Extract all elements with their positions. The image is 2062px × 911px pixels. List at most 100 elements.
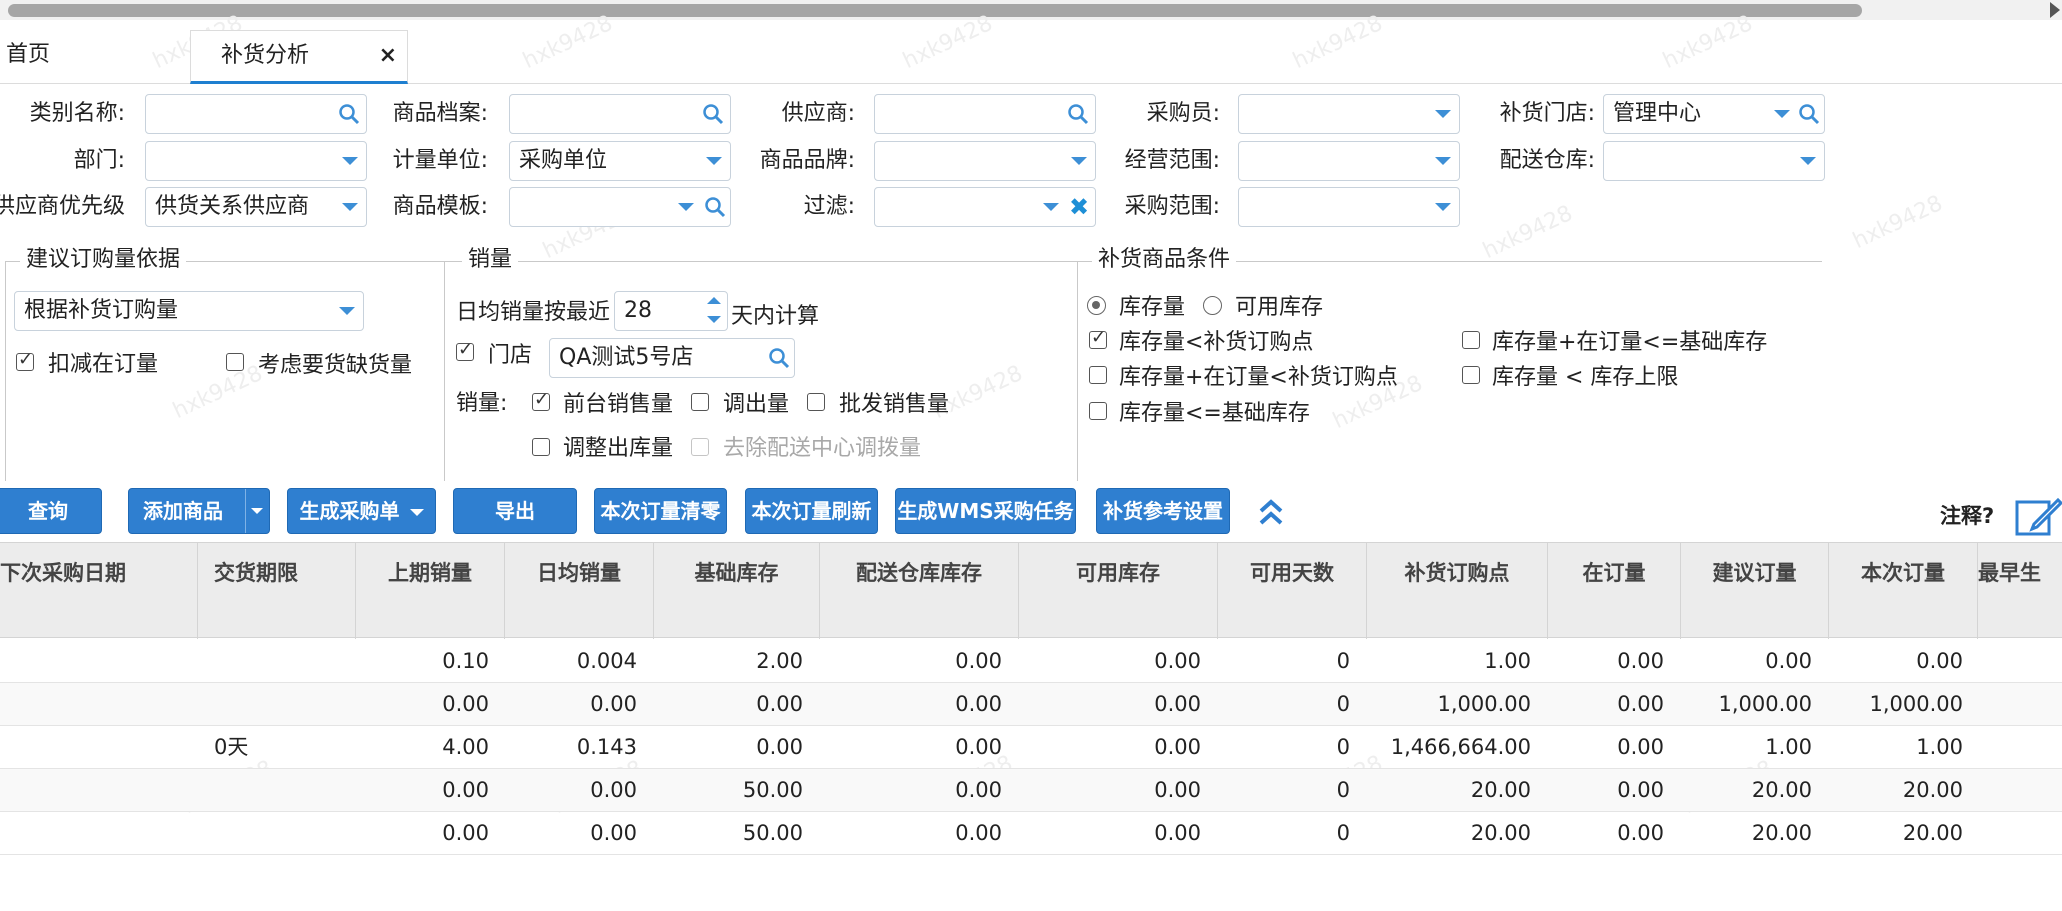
add-product-dropdown[interactable] [245,489,269,533]
spin-down-icon[interactable] [707,316,721,323]
unit-select[interactable]: 采购单位 [509,141,731,181]
column-header[interactable]: 下次采购日期 [0,543,198,639]
export-button[interactable]: 导出 [453,488,577,534]
search-icon[interactable] [1798,103,1820,125]
table-cell: 0 [1336,821,1350,845]
adjust-out-checkbox[interactable] [532,438,550,456]
column-header[interactable]: 可用天数 [1218,543,1367,639]
table-row[interactable]: 0.00 0.00 50.00 0.00 0.00 0 20.00 0.00 20.00 20.0… [0,769,2062,812]
search-icon[interactable] [702,103,724,125]
table-row[interactable]: 0.00 0.00 0.00 0.00 0.00 0 1,000.00 0.00 1,000.0… [0,683,2062,726]
store-select[interactable]: 管理中心 [1603,94,1825,134]
template-select[interactable] [509,187,731,227]
chevron-down-icon[interactable] [342,157,358,165]
table-cell: 0.00 [955,692,1002,716]
column-header[interactable]: 上期销量 [356,543,505,639]
condition-1-checkbox[interactable] [1089,327,1107,349]
chevron-down-icon[interactable] [1800,157,1816,165]
search-icon[interactable] [1067,103,1089,125]
warehouse-select[interactable] [1603,141,1825,181]
spin-up-icon[interactable] [707,297,721,304]
column-header[interactable]: 日均销量 [505,543,654,639]
chevron-down-icon[interactable] [1774,110,1790,118]
table-cell: 0.10 [442,649,489,673]
table-cell: 0.00 [1765,649,1812,673]
deduct-on-order-checkbox[interactable] [16,349,34,371]
tab-replenishment-analysis[interactable]: 补货分析 × [190,30,408,84]
condition-4-checkbox[interactable] [1462,366,1480,384]
wholesale-checkbox[interactable] [807,393,825,411]
condition-3-checkbox[interactable] [1089,366,1107,384]
department-select[interactable] [145,141,367,181]
exclude-dc-checkbox[interactable] [691,438,709,456]
query-button[interactable]: 查询 [0,488,102,534]
column-header[interactable]: 配送仓库库存 [820,543,1019,639]
days-spinner[interactable]: 28 [614,291,728,331]
table-cell [214,812,356,855]
collapse-up-icon[interactable] [1258,498,1284,526]
buyer-select[interactable] [1238,94,1460,134]
available-radio[interactable] [1203,296,1222,315]
supplier-priority-label: 供应商优先级: [0,194,125,219]
refresh-qty-button[interactable]: 本次订量刷新 [745,488,878,534]
table-cell [6,683,188,726]
tab-home[interactable]: 首页 [6,30,50,84]
supplier-field[interactable] [874,94,1096,134]
condition-5-checkbox[interactable] [1089,402,1107,420]
consider-shortage-checkbox[interactable] [226,353,244,371]
column-header[interactable]: 补货订购点 [1367,543,1548,639]
filter-select[interactable]: ✖ [874,187,1096,227]
condition-2-checkbox[interactable] [1462,331,1480,349]
scroll-right-arrow-icon[interactable] [2050,2,2060,18]
column-header[interactable]: 在订量 [1548,543,1681,639]
chevron-down-icon[interactable] [342,203,358,211]
store-checkbox[interactable] [456,339,474,361]
chevron-down-icon[interactable] [706,157,722,165]
search-icon[interactable] [768,347,790,369]
sales-type-label: 销量: [456,391,508,416]
edit-icon[interactable] [2014,494,2062,538]
clear-qty-button[interactable]: 本次订量清零 [594,488,727,534]
front-sales-checkbox[interactable] [532,389,550,411]
table-row[interactable]: 0.10 0.004 2.00 0.00 0.00 0 1.00 0.00 0.00 0.00 [0,640,2062,683]
chevron-down-icon[interactable] [1435,110,1451,118]
condition-5-label: 库存量<=基础库存 [1119,401,1310,426]
table-row[interactable]: 0天 4.00 0.143 0.00 0.00 0.00 0 1,466,664.00 0.00… [0,726,2062,769]
chevron-down-icon[interactable] [1071,157,1087,165]
column-header[interactable]: 建议订量 [1681,543,1829,639]
column-header[interactable]: 交货期限 [198,543,356,639]
sales-store-field[interactable]: QA测试5号店 [549,338,795,378]
table-row[interactable]: 0.00 0.00 50.00 0.00 0.00 0 20.00 0.00 20.00 20.0… [0,812,2062,855]
search-icon[interactable] [338,103,360,125]
days-suffix-label: 天内计算 [731,304,820,329]
chevron-down-icon[interactable] [1043,203,1059,211]
category-field[interactable] [145,94,367,134]
ref-settings-button[interactable]: 补货参考设置 [1096,488,1230,534]
brand-select[interactable] [874,141,1096,181]
column-header[interactable]: 最早生 [1978,543,2062,639]
generate-po-button[interactable]: 生成采购单 [287,488,436,534]
fieldset-border [444,261,445,481]
column-header[interactable]: 本次订量 [1829,543,1978,639]
clear-icon[interactable]: ✖ [1069,192,1089,222]
wms-task-button[interactable]: 生成WMS采购任务 [895,488,1076,534]
supplier-priority-select[interactable]: 供货关系供应商 [145,187,367,227]
chevron-down-icon[interactable] [1435,157,1451,165]
close-icon[interactable]: × [379,31,397,81]
transfer-out-checkbox[interactable] [691,393,709,411]
chevron-down-icon[interactable] [339,307,355,315]
column-header[interactable]: 可用库存 [1019,543,1218,639]
scrollbar-thumb[interactable] [8,4,1862,17]
column-header[interactable]: 基础库存 [654,543,820,639]
purchase-scope-select[interactable] [1238,187,1460,227]
stock-radio[interactable] [1087,296,1106,315]
business-scope-select[interactable] [1238,141,1460,181]
add-product-button[interactable]: 添加商品 [128,488,270,534]
condition-3-label: 库存量+在订量<补货订购点 [1119,365,1398,390]
basis-select[interactable]: 根据补货订购量 [14,291,364,331]
chevron-down-icon[interactable] [678,203,694,211]
chevron-down-icon[interactable] [1435,203,1451,211]
search-icon[interactable] [704,196,726,218]
horizontal-scrollbar[interactable] [0,0,2062,20]
product-field[interactable] [509,94,731,134]
